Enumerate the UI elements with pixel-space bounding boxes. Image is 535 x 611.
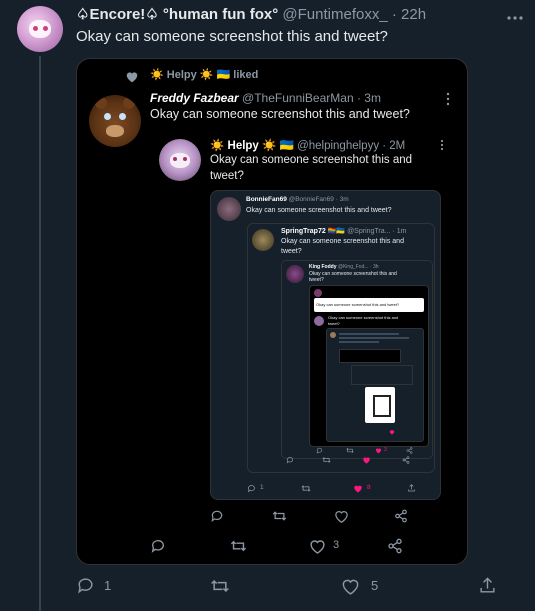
retweet-icon [272,509,287,523]
retweet-icon [230,538,247,554]
helpy-handle: @helpinghelpyy · 2M [297,140,406,152]
attached-image[interactable]: ☀️ Helpy ☀️ 🇺🇦 liked Freddy Fazbear @The… [76,58,468,565]
bonnie-text: Okay can someone screenshot this and twe… [246,207,392,214]
innermost-screenshot [326,328,424,442]
share-icon [394,509,408,523]
bonnie-name: BonnieFan69 [246,196,287,203]
retweet-icon [301,484,311,493]
like-count: 5 [371,578,379,593]
heart-filled-icon [389,429,395,435]
reply-icon [150,538,166,554]
retweet-icon[interactable] [210,577,230,595]
avatar [89,95,141,147]
like-icon[interactable] [341,577,360,595]
more-vertical-icon [439,139,445,151]
foddy-name: King Foddy [309,264,337,270]
freddy-like-count: 3 [333,539,340,551]
thread-line [39,56,41,611]
nested-screenshot: BonnieFan69 @BonnieFan69 · 3m Okay can s… [210,190,441,500]
avatar [286,265,304,283]
foddy-handle: @King_Fod... · 3h [337,264,379,270]
avatar [217,197,241,221]
liked-line: ☀️ Helpy ☀️ 🇺🇦 liked [150,69,259,81]
share-icon [407,483,416,493]
springtrap-handle: @SpringTra... · 1m [347,228,407,235]
author-name[interactable]: ♤Encore!♤ °human fun fox° [76,6,278,23]
reply-icon [247,484,256,493]
helpy-name: ☀️ Helpy ☀️ 🇺🇦 [210,140,294,152]
retweet-icon [322,456,331,464]
nested-screenshot-2: SpringTrap72 🏳️‍🌈🇺🇦 @SpringTra... · 1m O… [247,223,435,473]
reply-icon [210,509,224,523]
heart-filled-icon [375,447,382,454]
share-icon[interactable] [478,576,497,595]
heart-filled-icon [362,456,371,464]
bonnie-reply-count: 1 [260,484,264,491]
retweet-icon [346,447,354,454]
helpy-text-line2: tweet? [210,170,244,182]
avatar [252,229,274,251]
reply-icon[interactable] [76,576,95,595]
heart-filled-icon [353,484,363,493]
foddy-like-count: 3 [384,447,387,453]
avatar [159,139,201,181]
freddy-name: Freddy Fazbear [150,91,239,105]
helpy-text-line1: Okay can someone screenshot this and [210,154,413,166]
heart-outline-icon [309,538,326,554]
share-icon [402,456,410,464]
tweet-text: Okay can someone screenshot this and twe… [76,28,388,45]
reply-icon [286,456,294,464]
heart-outline-icon [334,509,349,523]
freddy-handle: @TheFunniBearMan · 3m [242,91,381,105]
more-icon[interactable] [505,8,525,28]
deep-text2-line1: Okay can someone screenshot this and [328,315,399,320]
tweet-time[interactable]: · 22h [392,6,426,23]
deep-text2-line2: tweet? [328,321,340,326]
more-vertical-icon [445,92,451,106]
bonnie-like-count: 8 [367,484,371,491]
author-handle[interactable]: @Funtimefoxx_ [282,6,387,23]
reply-count: 1 [104,578,112,593]
reply-icon [316,447,323,454]
springtrap-text-line2: tweet? [281,248,302,255]
share-icon [387,538,403,554]
bonnie-handle: @BonnieFan69 · 3m [288,196,349,203]
avatar[interactable] [17,6,63,52]
deep-text: Okay can someone screenshot this and twe… [316,302,400,307]
springtrap-text-line1: Okay can someone screenshot this and [281,238,404,245]
springtrap-name: SpringTrap72 🏳️‍🌈🇺🇦 [281,228,346,235]
share-icon [406,447,413,454]
nested-screenshot-3: King Foddy @King_Fod... · 3h Okay can so… [281,260,433,459]
heart-filled-icon [125,70,139,83]
deep-nested-screenshot: Okay can someone screenshot this and twe… [309,285,429,447]
foddy-text-line2: tweet? [309,277,324,283]
freddy-text: Okay can someone screenshot this and twe… [150,107,410,121]
